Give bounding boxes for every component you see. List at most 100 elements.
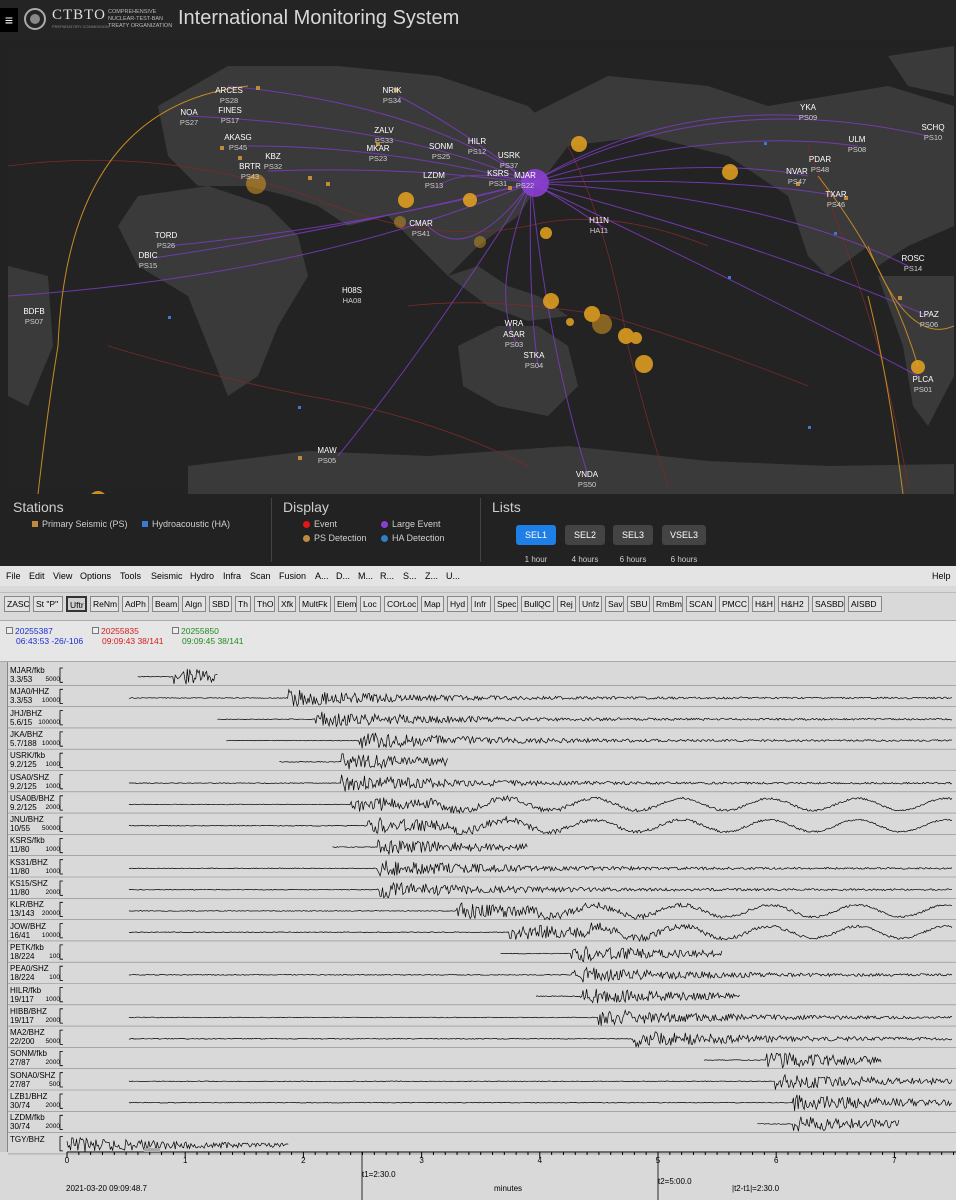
station-label-asar[interactable]: ASAR PS03 [503,330,525,350]
menu-u[interactable]: U... [446,571,460,581]
menu-s[interactable]: S... [403,571,417,581]
station-label-nrik[interactable]: NRIK PS34 [382,86,401,106]
station-label-kbz[interactable]: KBZ PS32 [264,152,282,172]
hamburger-icon[interactable]: ≡ [0,8,18,32]
event-checkbox[interactable] [6,627,13,634]
legend-event[interactable]: Event [303,519,337,529]
event-checkbox[interactable] [172,627,179,634]
toolbar-xfk-button[interactable]: Xfk [278,596,296,612]
toolbar-spec-button[interactable]: Spec [494,596,518,612]
toolbar-rej-button[interactable]: Rej [557,596,576,612]
toolbar-zasc-button[interactable]: ZASC [4,596,30,612]
list-vsel3-button[interactable]: VSEL3 [662,525,706,545]
station-label-pdar[interactable]: PDAR PS48 [809,155,831,175]
list-sel3-button[interactable]: SEL3 [613,525,653,545]
toolbar-th-button[interactable]: Th [235,596,251,612]
toolbar-multfk-button[interactable]: MultFk [299,596,331,612]
station-label-stka[interactable]: STKA PS04 [524,351,545,371]
station-label-zalv[interactable]: ZALV PS33 [374,126,393,146]
event-entry[interactable]: 20255835 09:09:43 38/141 [92,626,163,646]
station-label-wra[interactable]: WRA [505,319,524,329]
station-label-fines[interactable]: FINES PS17 [218,106,242,126]
toolbar-aisbd-button[interactable]: AISBD [848,596,882,612]
station-label-plca[interactable]: PLCA PS01 [913,375,934,395]
event-checkbox[interactable] [92,627,99,634]
menu-tools[interactable]: Tools [120,571,141,581]
legend-large-event[interactable]: Large Event [381,519,441,529]
toolbar-hyd-button[interactable]: Hyd [447,596,468,612]
toolbar-adph-button[interactable]: AdPh [122,596,149,612]
menu-z[interactable]: Z... [425,571,438,581]
toolbar-bullqc-button[interactable]: BullQC [521,596,554,612]
menu-options[interactable]: Options [80,571,111,581]
toolbar-beam-button[interactable]: Beam [152,596,179,612]
station-label-ksrs[interactable]: KSRS PS31 [487,169,509,189]
trace-area[interactable]: MJAR/fkb 3.3/53 5000 MJA0/HHZ 3.3/53 10000 JHJ… [0,662,956,1200]
station-label-noa[interactable]: NOA PS27 [180,108,198,128]
menu-edit[interactable]: Edit [29,571,45,581]
station-label-mkar[interactable]: MKAR PS23 [366,144,389,164]
station-label-nvar[interactable]: NVAR PS47 [786,167,808,187]
toolbar-infr-button[interactable]: Infr [471,596,491,612]
station-label-usrk[interactable]: USRK PS37 [498,151,520,171]
legend-ps-detection[interactable]: PS Detection [303,533,367,543]
toolbar-unfz-button[interactable]: Unfz [579,596,602,612]
station-label-akasg[interactable]: AKASG PS45 [224,133,252,153]
station-label-vnda[interactable]: VNDA PS50 [576,470,598,490]
station-label-hilr[interactable]: HILR PS12 [468,137,486,157]
toolbar-tho-button[interactable]: ThO [254,596,275,612]
trace-label[interactable]: TGY/BHZ [10,1135,45,1144]
menu-fusion[interactable]: Fusion [279,571,306,581]
menu-r[interactable]: R... [380,571,394,581]
menu-infra[interactable]: Infra [223,571,241,581]
toolbar-renm-button[interactable]: ReNm [90,596,119,612]
station-label-yka[interactable]: YKA PS09 [799,103,817,123]
station-label-dbic[interactable]: DBIC PS15 [138,251,157,271]
station-label-lzdm[interactable]: LZDM PS13 [423,171,445,191]
station-label-sonm[interactable]: SONM PS25 [429,142,453,162]
station-label-schq[interactable]: SCHQ PS10 [921,123,944,143]
menu-scan[interactable]: Scan [250,571,271,581]
menu-file[interactable]: File [6,571,21,581]
toolbar-pmcc-button[interactable]: PMCC [719,596,749,612]
station-label-arces[interactable]: ARCES PS28 [215,86,243,106]
toolbar-hh2-button[interactable]: H&H2 [778,596,809,612]
menu-d[interactable]: D... [336,571,350,581]
menu-view[interactable]: View [53,571,72,581]
toolbar-loc-button[interactable]: Loc [360,596,381,612]
menu-seismic[interactable]: Seismic [151,571,183,581]
trace-label[interactable]: HILR/fkb 19/117 [10,986,41,1004]
menu-m[interactable]: M... [358,571,373,581]
station-label-mjar[interactable]: MJAR PS22 [514,171,536,191]
station-label-tord[interactable]: TORD PS26 [155,231,178,251]
toolbar-sasbd-button[interactable]: SASBD [812,596,845,612]
toolbar-hh-button[interactable]: H&H [752,596,775,612]
station-label-bdfb[interactable]: BDFB PS07 [23,307,44,327]
waveform-plot[interactable] [0,662,956,1200]
toolbar-sbd-button[interactable]: SBD [209,596,232,612]
legend-ha-detection[interactable]: HA Detection [381,533,445,543]
toolbar-corloc-button[interactable]: COrLoc [384,596,418,612]
toolbar-sbu-button[interactable]: SBU [627,596,650,612]
menu-hydro[interactable]: Hydro [190,571,214,581]
event-entry[interactable]: 20255850 09:09:45 38/141 [172,626,243,646]
station-label-h11n[interactable]: H11N HA11 [589,216,609,236]
toolbar-stp-button[interactable]: St "P" [33,596,63,612]
toolbar-uftr-button[interactable]: Uftr [66,596,87,612]
station-label-brtr[interactable]: BRTR PS43 [239,162,261,182]
station-label-maw[interactable]: MAW PS05 [317,446,336,466]
event-entry[interactable]: 20255387 06:43:53 -26/-106 [6,626,83,646]
toolbar-scan-button[interactable]: SCAN [686,596,716,612]
station-label-cmar[interactable]: CMAR PS41 [409,219,433,239]
menu-help[interactable]: Help [932,571,951,581]
station-label-ulm[interactable]: ULM PS08 [848,135,866,155]
menu-a[interactable]: A... [315,571,329,581]
station-label-lpaz[interactable]: LPAZ PS06 [919,310,938,330]
toolbar-map-button[interactable]: Map [421,596,444,612]
station-label-h08s[interactable]: H08S HA08 [342,286,362,306]
toolbar-sav-button[interactable]: Sav [605,596,624,612]
station-label-txar[interactable]: TXAR PS46 [825,190,846,210]
toolbar-algn-button[interactable]: Algn [182,596,206,612]
list-sel1-button[interactable]: SEL1 [516,525,556,545]
toolbar-elem-button[interactable]: Elem [334,596,357,612]
